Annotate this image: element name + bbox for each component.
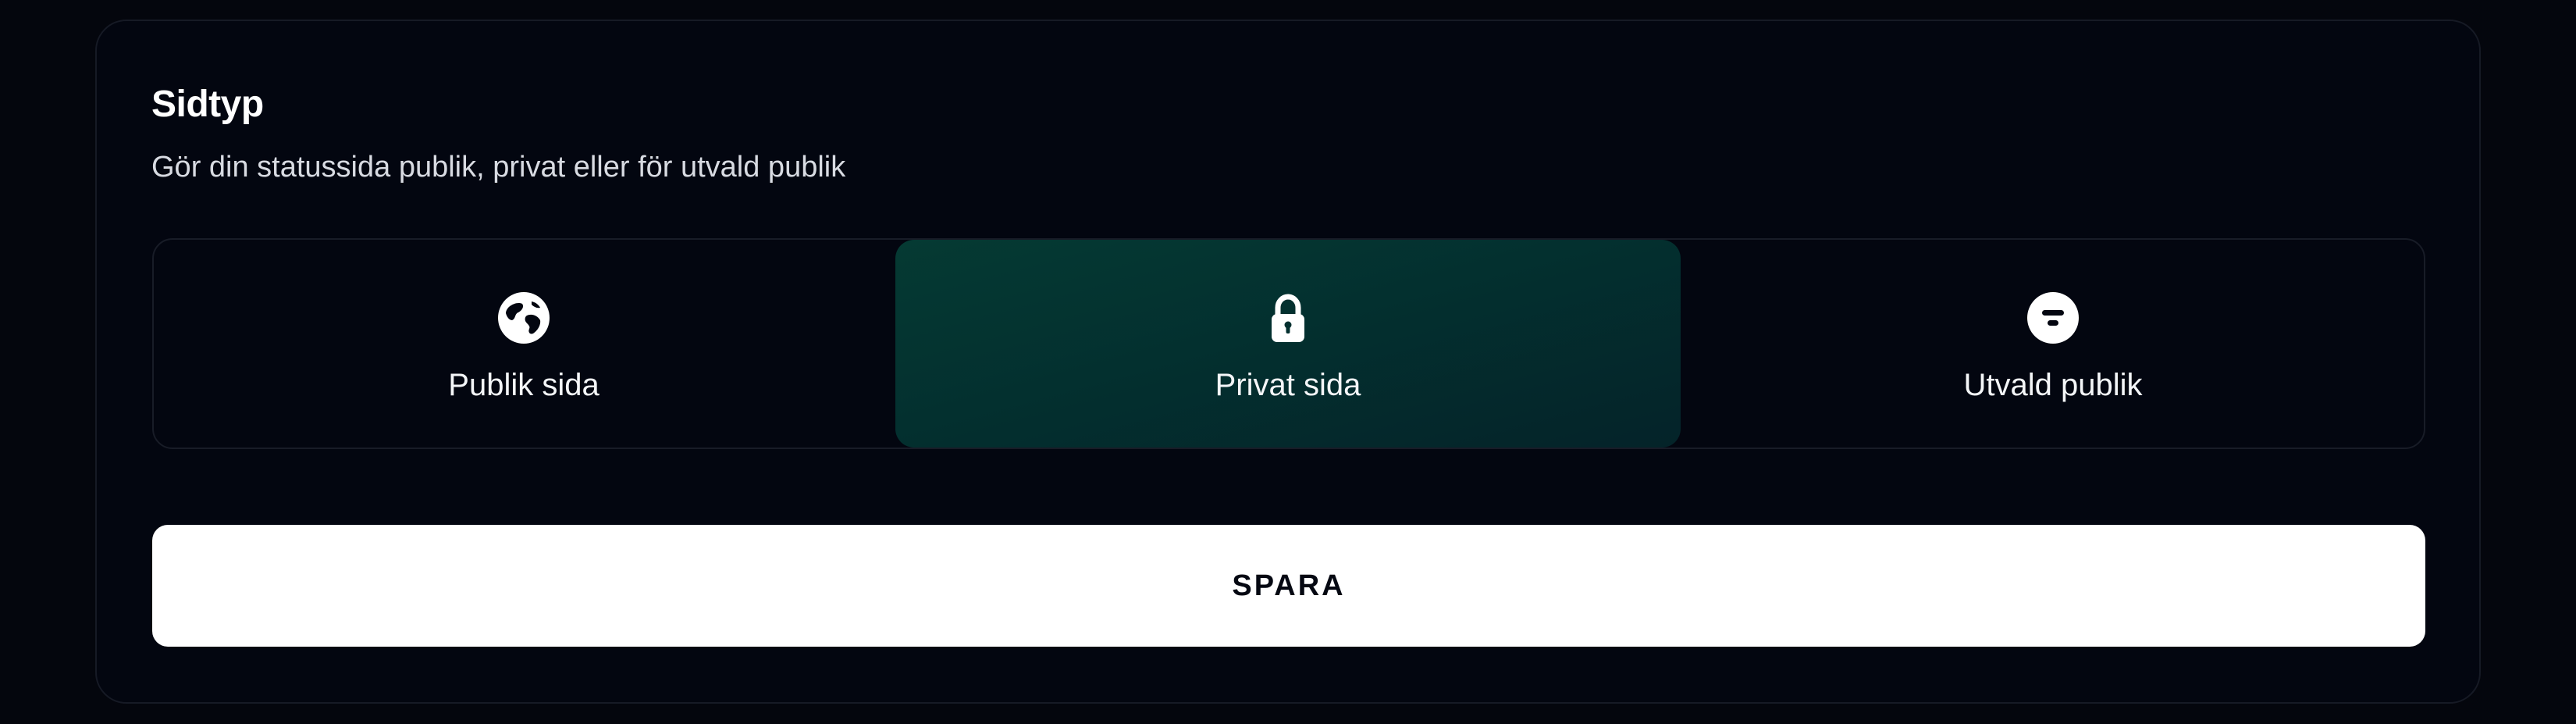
option-private-page[interactable]: Privat sida (895, 240, 1681, 448)
section-title: Sidtyp (151, 84, 264, 125)
option-public-page[interactable]: Publik sida (154, 240, 894, 448)
option-label: Utvald publik (1963, 368, 2143, 402)
globe-icon (497, 291, 550, 344)
section-subtitle: Gör din statussida publik, privat eller … (151, 151, 846, 184)
option-label: Privat sida (1215, 368, 1361, 402)
save-button[interactable]: SPARA (152, 525, 2425, 647)
filter-icon (2026, 291, 2080, 344)
option-selected-audience[interactable]: Utvald publik (1682, 240, 2424, 448)
option-label: Publik sida (448, 368, 600, 402)
lock-icon (1261, 291, 1315, 344)
